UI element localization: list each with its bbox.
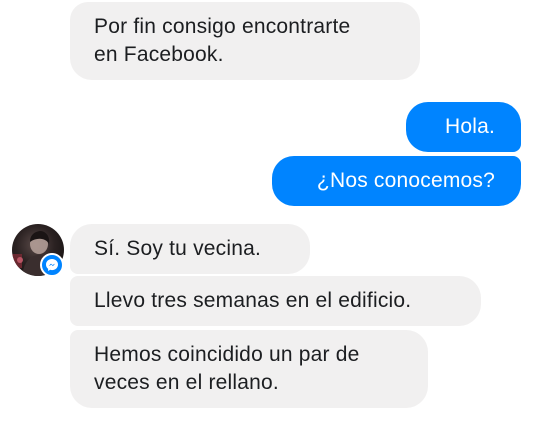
message-text-line: Hemos coincidido un par de xyxy=(94,343,360,366)
incoming-message-bubble[interactable]: Por fin consigo encontrarte en Facebook. xyxy=(70,2,420,80)
outgoing-message-bubble[interactable]: Hola. xyxy=(406,102,521,152)
incoming-message-bubble[interactable]: Sí. Soy tu vecina. xyxy=(70,224,310,274)
message-text-line: Hola. xyxy=(444,115,495,138)
message-text-line: Sí. Soy tu vecina. xyxy=(94,237,262,260)
messenger-icon xyxy=(40,253,64,277)
outgoing-message-bubble[interactable]: ¿Nos conocemos? xyxy=(272,156,521,206)
message-text-line: veces en el rellano. xyxy=(94,371,279,394)
message-text-line: Por fin consigo encontrarte xyxy=(94,15,351,38)
message-text-line: Llevo tres semanas en el edificio. xyxy=(94,289,412,312)
incoming-message-bubble[interactable]: Llevo tres semanas en el edificio. xyxy=(70,276,481,326)
incoming-message-bubble[interactable]: Hemos coincidido un par de veces en el r… xyxy=(70,330,428,408)
message-text-line: ¿Nos conocemos? xyxy=(316,169,495,192)
message-text-line: en Facebook. xyxy=(94,43,224,66)
